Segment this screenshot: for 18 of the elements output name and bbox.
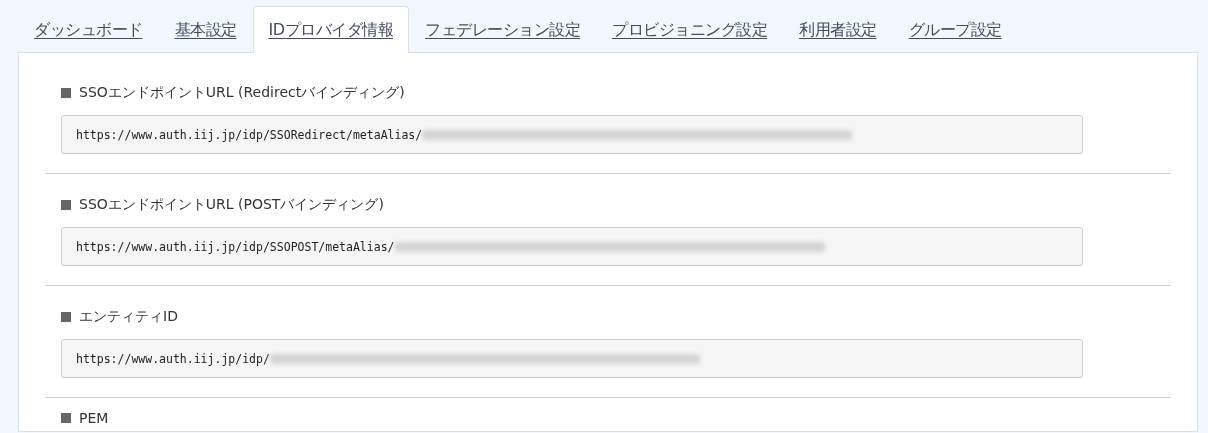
url-text: https://www.auth.iij.jp/idp/ bbox=[76, 351, 270, 366]
tab[interactable]: ダッシュボード bbox=[18, 6, 159, 53]
field-label: PEM bbox=[79, 410, 109, 426]
tab[interactable]: フェデレーション設定 bbox=[409, 6, 597, 53]
url-text: https://www.auth.iij.jp/idp/SSORedirect/metaAlias/ bbox=[76, 127, 423, 142]
tab[interactable]: グループ設定 bbox=[892, 6, 1018, 53]
tab[interactable]: 基本設定 bbox=[158, 6, 253, 53]
square-bullet-icon bbox=[61, 200, 71, 210]
square-bullet-icon bbox=[61, 413, 71, 423]
field-label: エンティティID bbox=[79, 308, 178, 326]
url-text: https://www.auth.iij.jp/idp/SSOPOST/metaAlias/ bbox=[76, 239, 395, 254]
tab[interactable]: プロビジョニング設定 bbox=[596, 6, 784, 53]
square-bullet-icon bbox=[61, 312, 71, 322]
field-label: SSOエンドポイントURL (POSTバインディング) bbox=[79, 196, 384, 214]
tab[interactable]: IDプロバイダ情報 bbox=[252, 6, 410, 53]
tab[interactable]: 利用者設定 bbox=[783, 6, 893, 53]
square-bullet-icon bbox=[61, 88, 71, 98]
field-label: SSOエンドポイントURL (Redirectバインディング) bbox=[79, 84, 405, 102]
